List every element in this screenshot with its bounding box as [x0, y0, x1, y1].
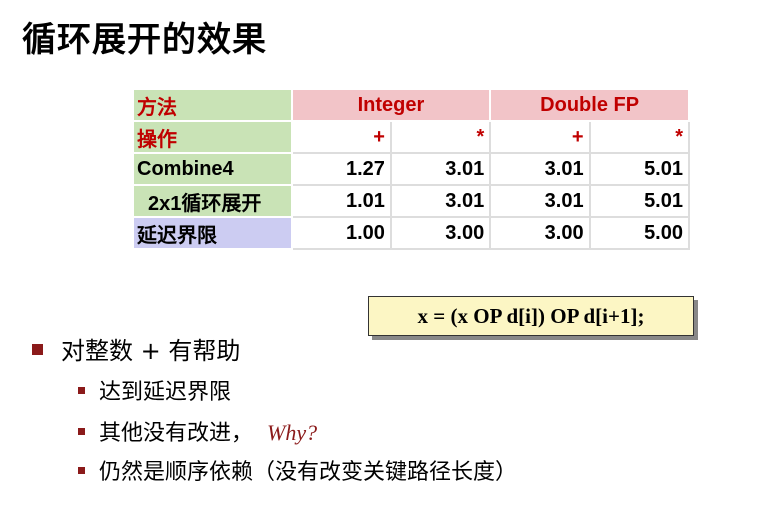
main-bullet: 对整数 + 有帮助	[32, 334, 240, 368]
row-label: Combine4	[132, 152, 293, 186]
square-bullet-icon	[78, 467, 85, 474]
table-cell: 5.01	[588, 152, 691, 186]
table-row: 延迟界限 1.00 3.00 3.00 5.00	[132, 216, 691, 250]
op-int-mul: *	[389, 120, 492, 154]
sub-bullet-text: 仍然是顺序依赖（没有改变关键路径长度）	[99, 460, 518, 485]
table-cell: 1.27	[290, 152, 392, 186]
table-cell: 3.01	[489, 152, 591, 186]
sub-bullet: 达到延迟界限	[78, 378, 231, 408]
table-op-row: 操作 + * + *	[132, 120, 691, 154]
table-header-row: 方法 Integer Double FP	[132, 88, 690, 122]
group-integer: Integer	[290, 88, 492, 122]
performance-table: 方法 Integer Double FP 操作 + * + * Combine4…	[132, 88, 691, 250]
why-note: Why?	[267, 420, 318, 445]
table-cell: 3.01	[489, 184, 591, 218]
sub-bullet: 仍然是顺序依赖（没有改变关键路径长度）	[78, 458, 517, 488]
op-int-add: +	[290, 120, 392, 154]
sub-bullet-text: 其他没有改进，	[99, 421, 254, 446]
table-cell: 5.01	[588, 184, 691, 218]
op-fp-mul: *	[588, 120, 691, 154]
table-row: Combine4 1.27 3.01 3.01 5.01	[132, 152, 691, 186]
row-label: 2x1循环展开	[132, 184, 293, 218]
table-cell: 1.01	[290, 184, 392, 218]
slide-title: 循环展开的效果	[22, 20, 267, 60]
operation-label: 操作	[132, 120, 293, 154]
main-bullet-text: 对整数 + 有帮助	[61, 337, 241, 365]
table-cell: 1.00	[290, 216, 392, 250]
table-cell: 5.00	[588, 216, 691, 250]
sub-bullet: 其他没有改进， Why?	[78, 418, 317, 449]
method-label: 方法	[132, 88, 293, 122]
square-bullet-icon	[78, 428, 85, 435]
op-fp-add: +	[489, 120, 591, 154]
table-cell: 3.00	[489, 216, 591, 250]
table-cell: 3.01	[389, 152, 492, 186]
row-label: 延迟界限	[132, 216, 293, 250]
square-bullet-icon	[32, 344, 43, 355]
table-cell: 3.01	[389, 184, 492, 218]
table-row: 2x1循环展开 1.01 3.01 3.01 5.01	[132, 184, 691, 218]
formula-box: x = (x OP d[i]) OP d[i+1];	[368, 296, 694, 336]
square-bullet-icon	[78, 387, 85, 394]
sub-bullet-text: 达到延迟界限	[99, 380, 232, 405]
group-double-fp: Double FP	[489, 88, 690, 122]
table-cell: 3.00	[389, 216, 492, 250]
